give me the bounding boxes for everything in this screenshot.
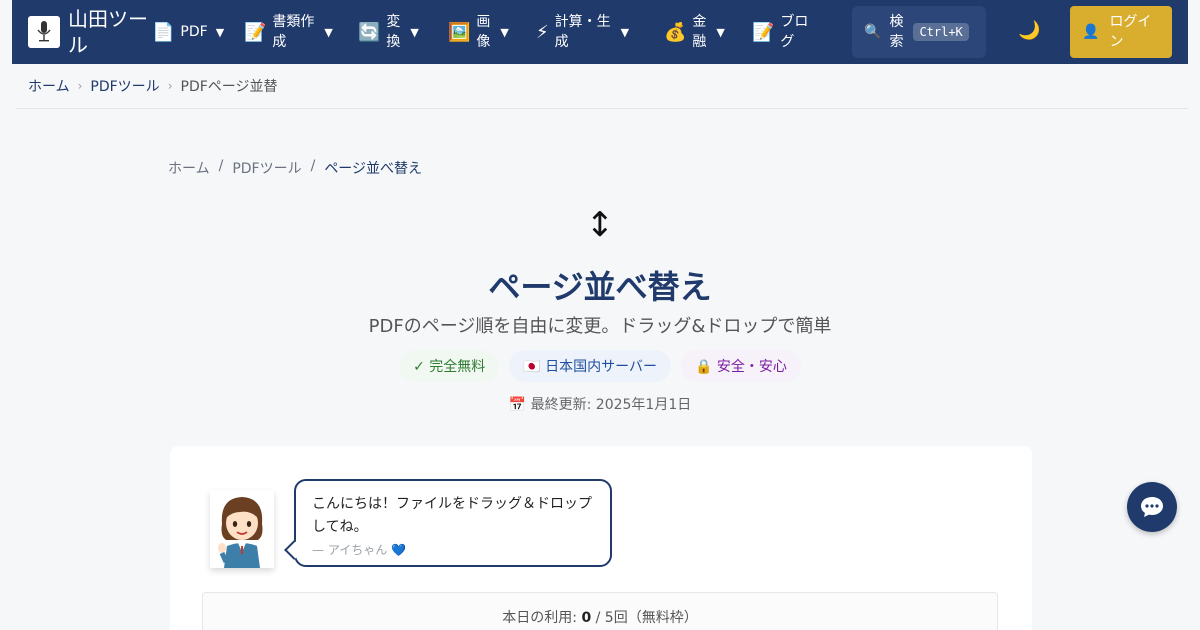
nav-item-label: 書類作成 [272,14,315,50]
nav-item-label: ブログ [780,14,809,50]
breadcrumb-separator: › [77,79,83,93]
microphone-logo-icon [37,21,51,42]
last-updated: 📅 最終更新: 2025年1月1日 [508,397,692,413]
badge-free: ✓ 完全無料 [399,350,500,382]
assistant-message: こんにちは！ファイルをドラッグ＆ドロップしてね。 [312,496,592,535]
nav-item-pdf[interactable]: 📄 PDF ▼ [152,0,244,64]
nav-item-label: 変換 [386,14,401,50]
chat-button[interactable] [1127,482,1177,532]
page-subtitle: PDFのページ順を自由に変更。ドラッグ&ドロップで簡単 [368,316,832,337]
chevron-down-icon: ▼ [620,25,630,39]
speech-bubble: こんにちは！ファイルをドラッグ＆ドロップしてね。 — アイちゃん 💙 [294,479,612,567]
breadcrumb-category[interactable]: PDFツール [90,76,159,96]
brand-name: 山田ツール [68,7,148,57]
lightning-icon: ⚡ [536,21,549,43]
breadcrumb-separator: / [310,158,316,174]
search-icon: 🔍 [864,24,882,40]
nav-item-calc[interactable]: ⚡ 計算・生成 ▼ [536,0,664,64]
nav-item-label: 金融 [692,14,707,50]
moon-icon[interactable]: 🌙 [1018,20,1040,41]
breadcrumb: ホーム › PDFツール › PDFページ並替 [28,76,278,96]
breadcrumb-category[interactable]: PDFツール [232,158,301,178]
tool-card: こんにちは！ファイルをドラッグ＆ドロップしてね。 — アイちゃん 💙 本日の利用… [170,446,1032,630]
nav-item-label: 画像 [476,14,491,50]
breadcrumb-separator: / [218,158,224,174]
nav-item-convert[interactable]: 🔄 変換 ▼ [358,0,448,64]
brand[interactable]: 山田ツール [28,6,152,58]
brand-logo [28,16,60,48]
breadcrumb-home[interactable]: ホーム [168,158,210,178]
memo-icon: 📝 [752,21,775,43]
nav-item-label: PDF [180,24,208,40]
chevron-down-icon: ▼ [716,25,725,39]
search-shortcut: Ctrl+K [913,23,969,41]
assistant-signature: — アイちゃん 💙 [312,543,406,557]
breadcrumb-separator: › [167,79,173,93]
breadcrumb-home[interactable]: ホーム [28,76,70,96]
divider [16,108,1188,109]
usage-count: 0 [581,610,592,626]
document-icon: 📄 [152,21,175,43]
page-title: ページ並べ替え [488,268,712,306]
up-down-arrow-icon: ↕ [585,205,615,245]
assistant-character-icon [218,497,263,568]
convert-icon: 🔄 [358,21,381,43]
badge-japan-server: 🇯🇵 日本国内サーバー [509,350,672,382]
search-button[interactable]: 🔍 検索 Ctrl+K [852,6,986,58]
badge-secure: 🔒 安全・安心 [681,350,801,382]
usage-suffix: / 5回（無料枠） [591,610,698,626]
search-label: 検索 [889,14,904,50]
money-bag-icon: 💰 [664,21,687,43]
feature-badges: ✓ 完全無料 🇯🇵 日本国内サーバー 🔒 安全・安心 [0,350,1200,382]
nav-item-image[interactable]: 🖼️ 画像 ▼ [448,0,536,64]
memo-icon: 📝 [244,21,267,43]
image-icon: 🖼️ [448,21,471,43]
usage-counter: 本日の利用: 0 / 5回（無料枠） [202,592,998,630]
chevron-down-icon: ▼ [500,25,509,39]
assistant-avatar [210,490,274,568]
login-button[interactable]: 👤 ログイン [1070,6,1172,58]
nav-item-documents[interactable]: 📝 書類作成 ▼ [244,0,358,64]
top-navbar: 山田ツール 📄 PDF ▼ 📝 書類作成 ▼ 🔄 変換 ▼ 🖼️ 画像 ▼ ⚡ … [12,0,1188,64]
chevron-down-icon: ▼ [215,25,225,39]
nav-item-label: 計算・生成 [554,14,611,50]
breadcrumb-current: PDFページ並替 [180,79,278,95]
usage-prefix: 本日の利用: [502,610,582,626]
breadcrumb-current: ページ並べ替え [324,161,423,177]
chevron-down-icon: ▼ [324,25,333,39]
nav-item-blog[interactable]: 📝 ブログ [752,0,832,64]
nav-item-finance[interactable]: 💰 金融 ▼ [664,0,752,64]
chat-icon [1141,497,1163,517]
chevron-down-icon: ▼ [410,25,419,39]
login-label: ログイン [1109,14,1152,50]
user-icon: 👤 [1082,24,1100,40]
content-breadcrumb: ホーム / PDFツール / ページ並べ替え [168,158,422,178]
